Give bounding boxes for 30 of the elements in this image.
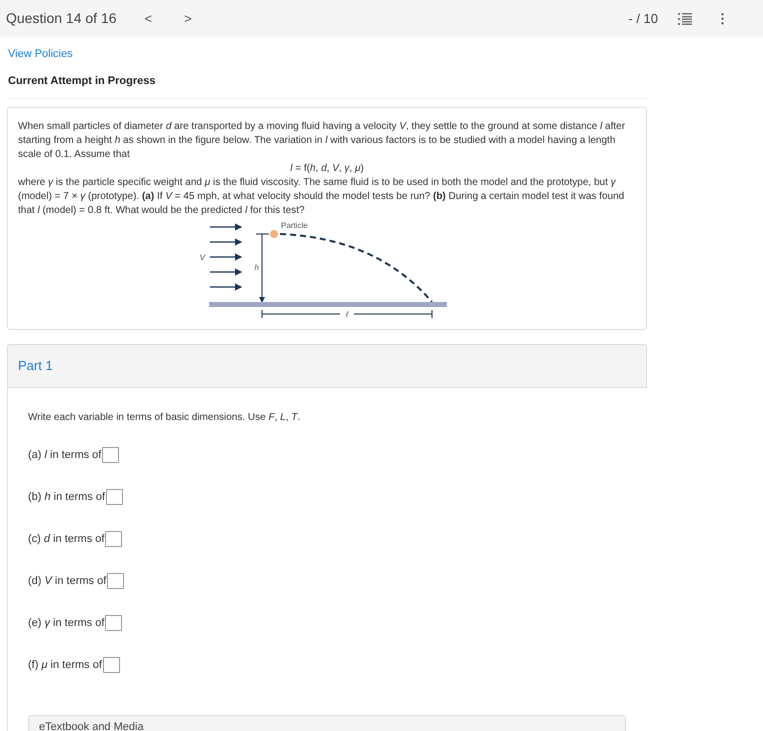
question-text: where γ is the particle specific weight and μ is the fluid viscosity. The same fluid is to be used in both the model and the prototype, but γ (model) = 7 × γ (prototype). (a) If V = 45 mph, at what velocity should the model tests be run? (b) During a certain model test it was found that l (model) = 0.8 ft. What would be the predicted l for this test? — [18, 176, 626, 218]
particle-label: Particle — [281, 220, 308, 230]
equation: l = f(h, d, V, γ, μ) — [289, 162, 365, 176]
answer-field[interactable] — [105, 614, 122, 630]
velocity-label: V — [200, 252, 205, 262]
part-title: Part 1 — [18, 356, 53, 375]
answer-field[interactable] — [105, 530, 122, 546]
answer-field[interactable] — [107, 572, 124, 588]
view-policies-link[interactable]: View Policies — [8, 48, 73, 60]
attempt-status: Current Attempt in Progress — [8, 75, 156, 87]
more-menu-button[interactable]: ⋮ — [712, 8, 733, 28]
next-button[interactable]: > — [180, 8, 196, 28]
question-counter: Question 14 of 16 — [6, 9, 117, 28]
height-label: h — [254, 262, 259, 272]
score-text: - / 10 — [628, 10, 658, 28]
answer-label: (a) l in terms of — [28, 448, 102, 462]
answer-field[interactable] — [106, 488, 124, 504]
resources-title: eTextbook and Media — [39, 720, 144, 731]
height-dimension — [256, 233, 270, 302]
previous-button[interactable]: < — [140, 8, 156, 28]
answer-label: (c) d in terms of — [28, 532, 104, 546]
distance-label: ℓ — [346, 310, 348, 318]
answer-label: (b) h in terms of — [28, 490, 106, 504]
answer-field[interactable] — [102, 446, 120, 462]
particle-dot — [270, 230, 278, 238]
answer-label: (e) γ in terms of — [28, 616, 104, 630]
answer-field[interactable] — [102, 656, 120, 672]
answer-label: (f) μ in terms of — [28, 658, 102, 672]
instruction-text: Write each variable in terms of basic dimensions. Use F, L, T. — [28, 410, 302, 424]
answer-label: (d) V in terms of — [28, 574, 106, 588]
